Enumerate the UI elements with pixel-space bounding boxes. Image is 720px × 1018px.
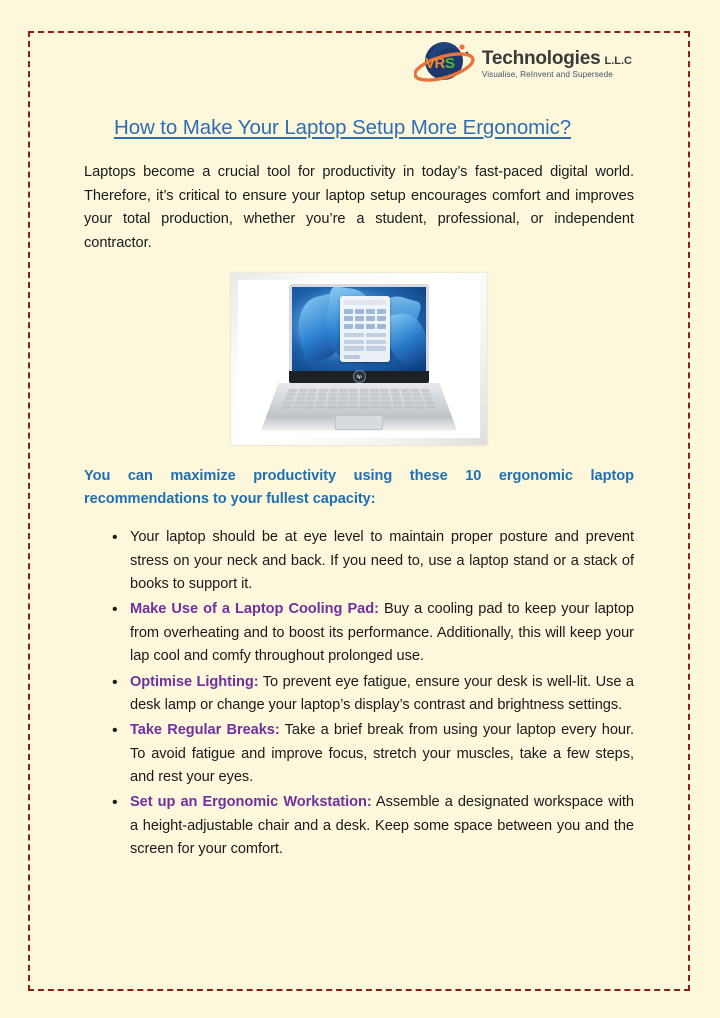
keyboard-row bbox=[283, 400, 435, 404]
hp-logo-icon: hp bbox=[352, 370, 366, 384]
vrs-globe-icon: V R S bbox=[413, 39, 476, 89]
tip-lead-in: Optimise Lighting: bbox=[130, 673, 259, 690]
start-menu-search-bar bbox=[344, 299, 386, 305]
page-title: How to Make Your Laptop Setup More Ergon… bbox=[114, 116, 572, 139]
tip-lead-in: Make Use of a Laptop Cooling Pad: bbox=[130, 601, 379, 618]
recommended-item bbox=[366, 346, 386, 351]
laptop-screen-chin: hp bbox=[289, 370, 429, 384]
logo-wordmark: Technologies L.L.C Visualise, ReInvent a… bbox=[482, 49, 632, 79]
laptop-figure-canvas: hp bbox=[238, 279, 480, 438]
svg-text:V: V bbox=[425, 55, 435, 72]
logo-title-line: Technologies L.L.C bbox=[482, 49, 632, 68]
app-tile bbox=[377, 308, 386, 314]
list-item: Optimise Lighting: To prevent eye fatigu… bbox=[84, 670, 634, 718]
app-tile bbox=[344, 316, 353, 322]
app-tile bbox=[344, 308, 353, 314]
laptop-figure-frame: hp bbox=[231, 272, 487, 445]
windows-start-menu bbox=[340, 295, 390, 362]
app-tile bbox=[355, 323, 364, 329]
svg-text:R: R bbox=[434, 55, 445, 72]
list-item: Make Use of a Laptop Cooling Pad: Buy a … bbox=[84, 597, 634, 668]
recommended-item bbox=[366, 339, 386, 345]
start-menu-recommended bbox=[344, 332, 386, 351]
laptop-keyboard bbox=[280, 388, 438, 410]
laptop-illustration: hp bbox=[261, 283, 457, 434]
app-tile bbox=[344, 323, 353, 329]
start-menu-user-account bbox=[344, 354, 360, 360]
ergonomic-tips-list: Your laptop should be at eye level to ma… bbox=[84, 525, 634, 861]
header-logo-row: V R S Technologies L.L.C Visualise, ReIn… bbox=[84, 36, 632, 92]
keyboard-row bbox=[286, 392, 432, 395]
recommended-item bbox=[344, 346, 364, 351]
logo-legal-suffix: L.L.C bbox=[604, 54, 633, 67]
app-tile bbox=[366, 316, 375, 322]
keyboard-row bbox=[288, 388, 430, 391]
app-tile bbox=[366, 323, 375, 329]
list-item: Set up an Ergonomic Workstation: Assembl… bbox=[84, 790, 634, 861]
tip-lead-in: Set up an Ergonomic Workstation: bbox=[130, 794, 372, 811]
app-tile bbox=[355, 316, 364, 322]
laptop-touchpad bbox=[335, 414, 383, 430]
app-tile bbox=[366, 308, 375, 314]
document-content: V R S Technologies L.L.C Visualise, ReIn… bbox=[84, 36, 634, 863]
section-subheading: You can maximize productivity using thes… bbox=[84, 467, 634, 508]
laptop-lid bbox=[289, 283, 429, 379]
vrs-technologies-logo: V R S Technologies L.L.C Visualise, ReIn… bbox=[413, 39, 632, 89]
recommended-item bbox=[344, 339, 364, 345]
app-tile bbox=[377, 323, 386, 329]
svg-text:S: S bbox=[445, 55, 455, 72]
app-tile bbox=[377, 316, 386, 322]
tip-body: Your laptop should be at eye level to ma… bbox=[130, 529, 634, 593]
document-page: V R S Technologies L.L.C Visualise, ReIn… bbox=[0, 0, 720, 1018]
list-item: Take Regular Breaks: Take a brief break … bbox=[84, 718, 634, 789]
logo-tagline: Visualise, ReInvent and Supersede bbox=[481, 69, 613, 79]
recommended-item bbox=[344, 332, 364, 338]
list-item: Your laptop should be at eye level to ma… bbox=[84, 525, 634, 596]
laptop-screen bbox=[292, 286, 426, 371]
figure-container: hp bbox=[84, 272, 634, 445]
logo-brand-name: Technologies bbox=[481, 47, 601, 69]
wallpaper-bloom-petal bbox=[383, 309, 426, 368]
intro-paragraph: Laptops become a crucial tool for produc… bbox=[84, 164, 634, 251]
recommended-item bbox=[366, 332, 386, 338]
keyboard-row bbox=[284, 396, 434, 399]
keyboard-row bbox=[281, 404, 437, 408]
start-menu-pinned-apps bbox=[344, 308, 386, 329]
tip-lead-in: Take Regular Breaks: bbox=[130, 722, 280, 739]
app-tile bbox=[355, 308, 364, 314]
